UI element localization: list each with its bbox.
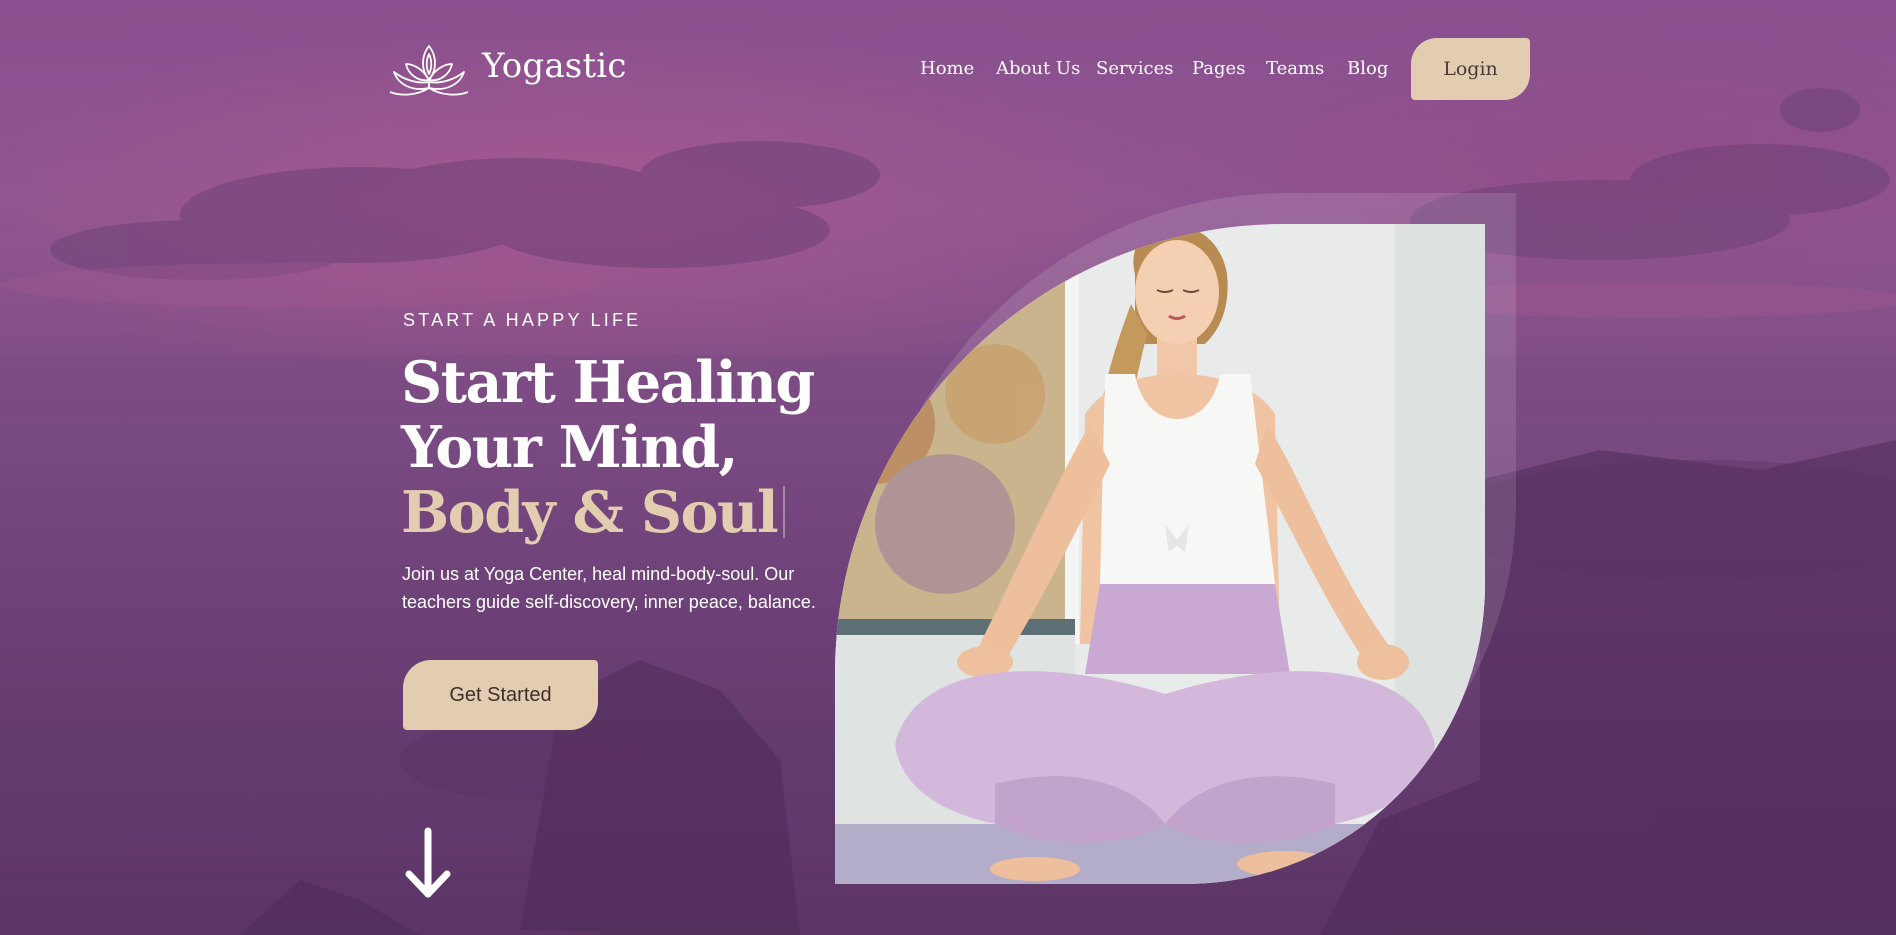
headline-line-1: Start Healing <box>401 349 815 416</box>
brand-logo[interactable]: Yogastic <box>388 40 627 98</box>
login-button[interactable]: Login <box>1411 38 1530 100</box>
nav-item-pages[interactable]: Pages <box>1192 58 1245 79</box>
hero-headline: Start Healing Your Mind, Body & Soul <box>401 349 815 545</box>
typing-caret <box>783 486 786 538</box>
get-started-button[interactable]: Get Started <box>403 660 598 730</box>
arrow-down-icon[interactable] <box>404 826 452 902</box>
woman-meditating-photo <box>835 224 1485 884</box>
hero-description: Join us at Yoga Center, heal mind-body-s… <box>402 564 816 612</box>
lotus-icon <box>389 45 469 96</box>
headline-accent-line: Body & Soul <box>401 480 814 545</box>
nav-item-about-us[interactable]: About Us <box>996 58 1080 79</box>
nav-item-teams[interactable]: Teams <box>1266 58 1324 79</box>
nav-item-services[interactable]: Services <box>1096 58 1173 79</box>
meditation-illustration <box>835 224 1485 884</box>
nav-item-home[interactable]: Home <box>920 58 974 79</box>
headline-accent: Body & Soul <box>401 479 779 546</box>
nav-item-blog[interactable]: Blog <box>1347 58 1388 79</box>
headline-line-2: Your Mind, <box>401 414 738 481</box>
brand-name: Yogastic <box>482 46 627 86</box>
hero-eyebrow: START A HAPPY LIFE <box>403 310 642 330</box>
